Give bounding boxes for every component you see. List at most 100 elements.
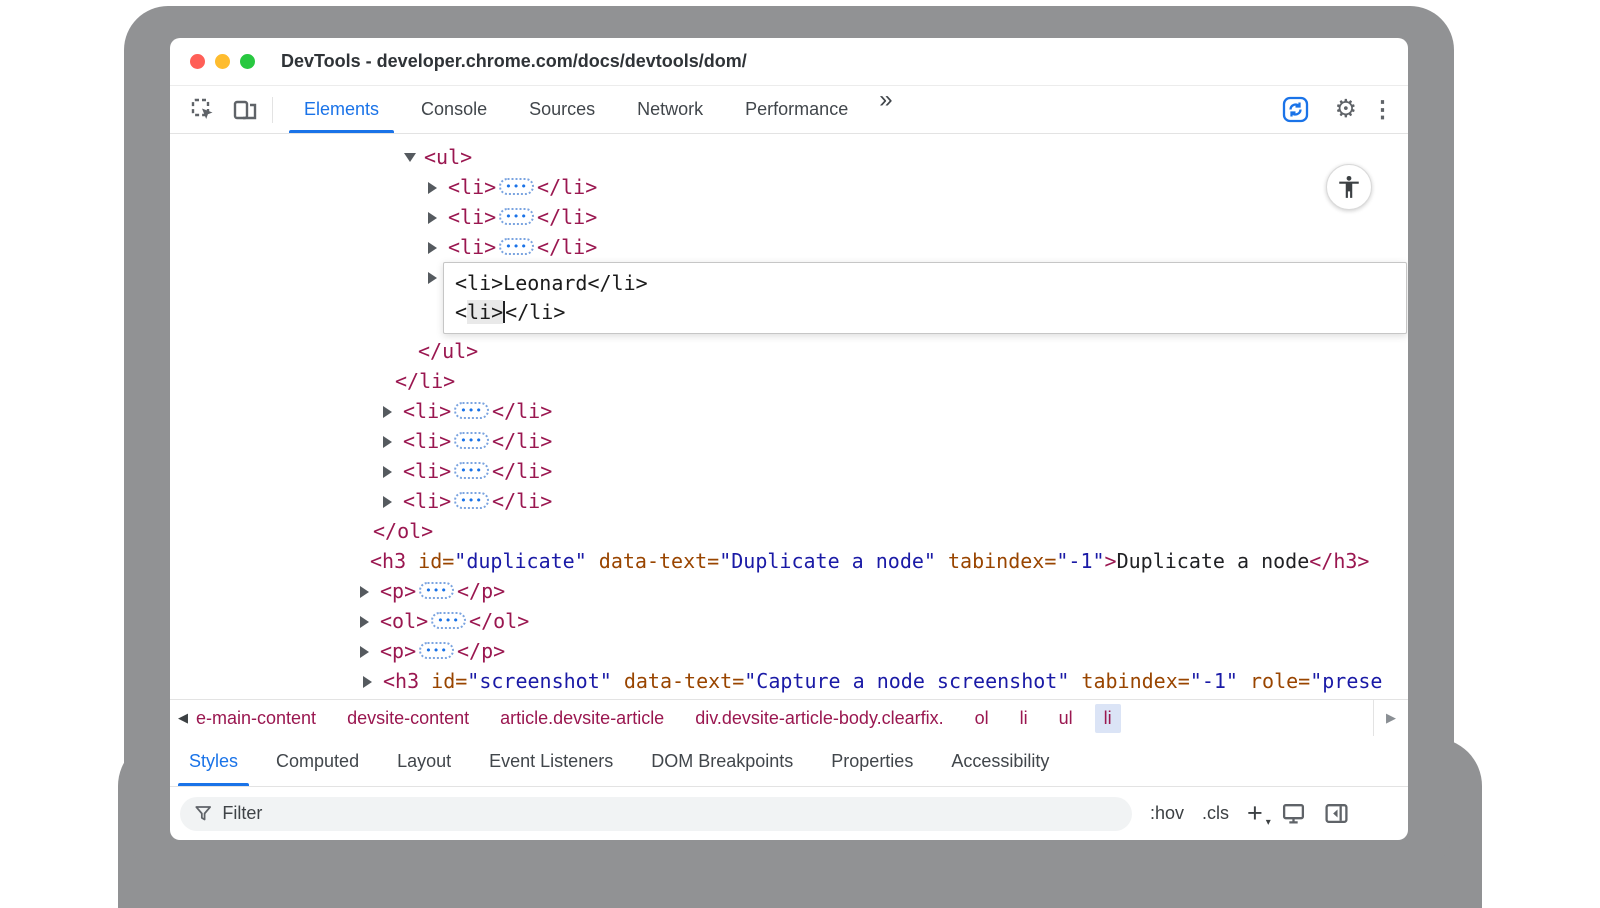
crumb-item-selected[interactable]: li (1095, 704, 1121, 733)
devtools-window: DevTools - developer.chrome.com/docs/dev… (170, 38, 1408, 840)
crumb-item[interactable]: e-main-content (196, 708, 316, 729)
crumb-item[interactable]: ul (1059, 708, 1073, 729)
accessibility-person-icon[interactable] (1326, 164, 1372, 210)
dom-tree-row[interactable]: <li>•••</li> (170, 202, 1408, 232)
attribute-value: "Duplicate a node" (719, 549, 936, 573)
expand-arrow-icon[interactable] (383, 486, 403, 516)
dom-tree-row[interactable]: <p>•••</p> (170, 636, 1408, 666)
dom-tree-row[interactable]: <li>Leonard</li><li></li> (170, 262, 1408, 336)
sync-icon[interactable] (1279, 93, 1313, 127)
inline-expand-ellipsis-button[interactable]: ••• (454, 462, 489, 479)
tab-properties[interactable]: Properties (812, 736, 932, 786)
crumb-item[interactable]: div.devsite-article-body.clearfix. (695, 708, 943, 729)
tab-styles[interactable]: Styles (170, 736, 257, 786)
tag-text: <li> (403, 429, 451, 453)
attribute-name: tabindex= (1069, 669, 1189, 693)
expand-arrow-icon[interactable] (428, 202, 448, 232)
tag-text: </li> (537, 205, 597, 229)
new-style-rule-button[interactable]: +▾ (1247, 800, 1263, 827)
more-tabs-icon[interactable]: » (869, 86, 902, 133)
filter-input[interactable] (222, 803, 1118, 824)
element-classes-button[interactable]: .cls (1202, 803, 1229, 824)
dom-tree-row[interactable]: <li>•••</li> (170, 172, 1408, 202)
dom-tree-row[interactable]: </li> (170, 366, 1408, 396)
tag-text: <h3 (370, 549, 406, 573)
settings-gear-icon[interactable]: ⚙ (1335, 97, 1357, 122)
close-button[interactable] (190, 54, 205, 69)
dom-tree-row[interactable]: <ol>•••</ol> (170, 606, 1408, 636)
inline-expand-ellipsis-button[interactable]: ••• (431, 612, 466, 629)
expand-arrow-icon[interactable] (360, 636, 380, 666)
expand-arrow-icon[interactable] (363, 666, 383, 696)
tab-event-listeners[interactable]: Event Listeners (470, 736, 632, 786)
device-toolbar-icon[interactable] (228, 93, 262, 127)
dom-tree-row[interactable]: <p>•••</p> (170, 576, 1408, 606)
tag-text: </li> (492, 489, 552, 513)
inline-expand-ellipsis-button[interactable]: ••• (454, 402, 489, 419)
tab-console[interactable]: Console (400, 86, 508, 133)
crumb-item[interactable]: li (1020, 708, 1028, 729)
toggle-element-state-button[interactable]: :hov (1150, 803, 1184, 824)
inline-expand-ellipsis-button[interactable]: ••• (454, 492, 489, 509)
tag-text: <p> (380, 579, 416, 603)
toolbar-divider (272, 97, 273, 123)
inline-expand-ellipsis-button[interactable]: ••• (419, 582, 454, 599)
tab-dom-breakpoints[interactable]: DOM Breakpoints (632, 736, 812, 786)
tag-text: <p> (380, 639, 416, 663)
tag-text: </p> (457, 579, 505, 603)
inspect-element-icon[interactable] (186, 93, 220, 127)
inline-expand-ellipsis-button[interactable]: ••• (499, 178, 534, 195)
expand-arrow-icon[interactable] (404, 142, 424, 172)
kebab-menu-icon[interactable]: ⋮ (1371, 98, 1394, 121)
rendering-emulation-icon[interactable] (1281, 801, 1306, 826)
attribute-name: id= (419, 669, 467, 693)
attribute-value: "-1" (1056, 549, 1104, 573)
crumb-item[interactable]: article.devsite-article (500, 708, 664, 729)
inline-expand-ellipsis-button[interactable]: ••• (419, 642, 454, 659)
minimize-button[interactable] (215, 54, 230, 69)
dom-tree-row[interactable]: </ol> (170, 516, 1408, 546)
style-filter-field[interactable] (180, 797, 1132, 831)
tab-computed[interactable]: Computed (257, 736, 378, 786)
tab-performance[interactable]: Performance (724, 86, 869, 133)
expand-arrow-icon[interactable] (383, 456, 403, 486)
crumb-scroll-left-icon[interactable]: ◀ (170, 710, 196, 726)
tab-elements[interactable]: Elements (283, 86, 400, 133)
styles-filter-bar: :hov .cls +▾ (170, 786, 1408, 840)
crumb-item[interactable]: devsite-content (347, 708, 469, 729)
new-style-rule-caret-icon: ▾ (1266, 818, 1271, 828)
dom-tree-row[interactable]: <li>•••</li> (170, 456, 1408, 486)
inline-expand-ellipsis-button[interactable]: ••• (499, 238, 534, 255)
dom-tree: <ul><li>•••</li><li>•••</li><li>•••</li>… (170, 134, 1408, 696)
dom-tree-row[interactable]: <h3 id="duplicate" data-text="Duplicate … (170, 546, 1408, 576)
inline-expand-ellipsis-button[interactable]: ••• (454, 432, 489, 449)
tab-network[interactable]: Network (616, 86, 724, 133)
crumb-item[interactable]: ol (975, 708, 989, 729)
attribute-value: "duplicate" (454, 549, 586, 573)
tag-text: </li> (492, 399, 552, 423)
expand-arrow-icon[interactable] (383, 396, 403, 426)
expand-arrow-icon[interactable] (360, 576, 380, 606)
crumb-scroll-right-icon[interactable]: ▶ (1373, 700, 1408, 736)
expand-arrow-icon[interactable] (428, 172, 448, 202)
tag-text: <ul> (424, 145, 472, 169)
elements-panel: <ul><li>•••</li><li>•••</li><li>•••</li>… (170, 134, 1408, 699)
expand-arrow-icon[interactable] (428, 232, 448, 262)
expand-arrow-icon[interactable] (360, 606, 380, 636)
dom-tree-row[interactable]: <li>•••</li> (170, 396, 1408, 426)
expand-arrow-icon[interactable] (383, 426, 403, 456)
dom-tree-row[interactable]: <li>•••</li> (170, 486, 1408, 516)
dom-tree-row[interactable]: <h3 id="screenshot" data-text="Capture a… (170, 666, 1408, 696)
dom-tree-row[interactable]: <li>•••</li> (170, 232, 1408, 262)
tab-layout[interactable]: Layout (378, 736, 470, 786)
attribute-name: role= (1238, 669, 1310, 693)
tab-accessibility[interactable]: Accessibility (932, 736, 1068, 786)
dom-tree-row[interactable]: </ul> (170, 336, 1408, 366)
dom-tree-row[interactable]: <ul> (170, 142, 1408, 172)
zoom-button[interactable] (240, 54, 255, 69)
tab-sources[interactable]: Sources (508, 86, 616, 133)
inline-edit-box[interactable]: <li>Leonard</li><li></li> (443, 262, 1407, 334)
dom-tree-row[interactable]: <li>•••</li> (170, 426, 1408, 456)
inline-expand-ellipsis-button[interactable]: ••• (499, 208, 534, 225)
dock-sidebar-icon[interactable] (1324, 801, 1349, 826)
